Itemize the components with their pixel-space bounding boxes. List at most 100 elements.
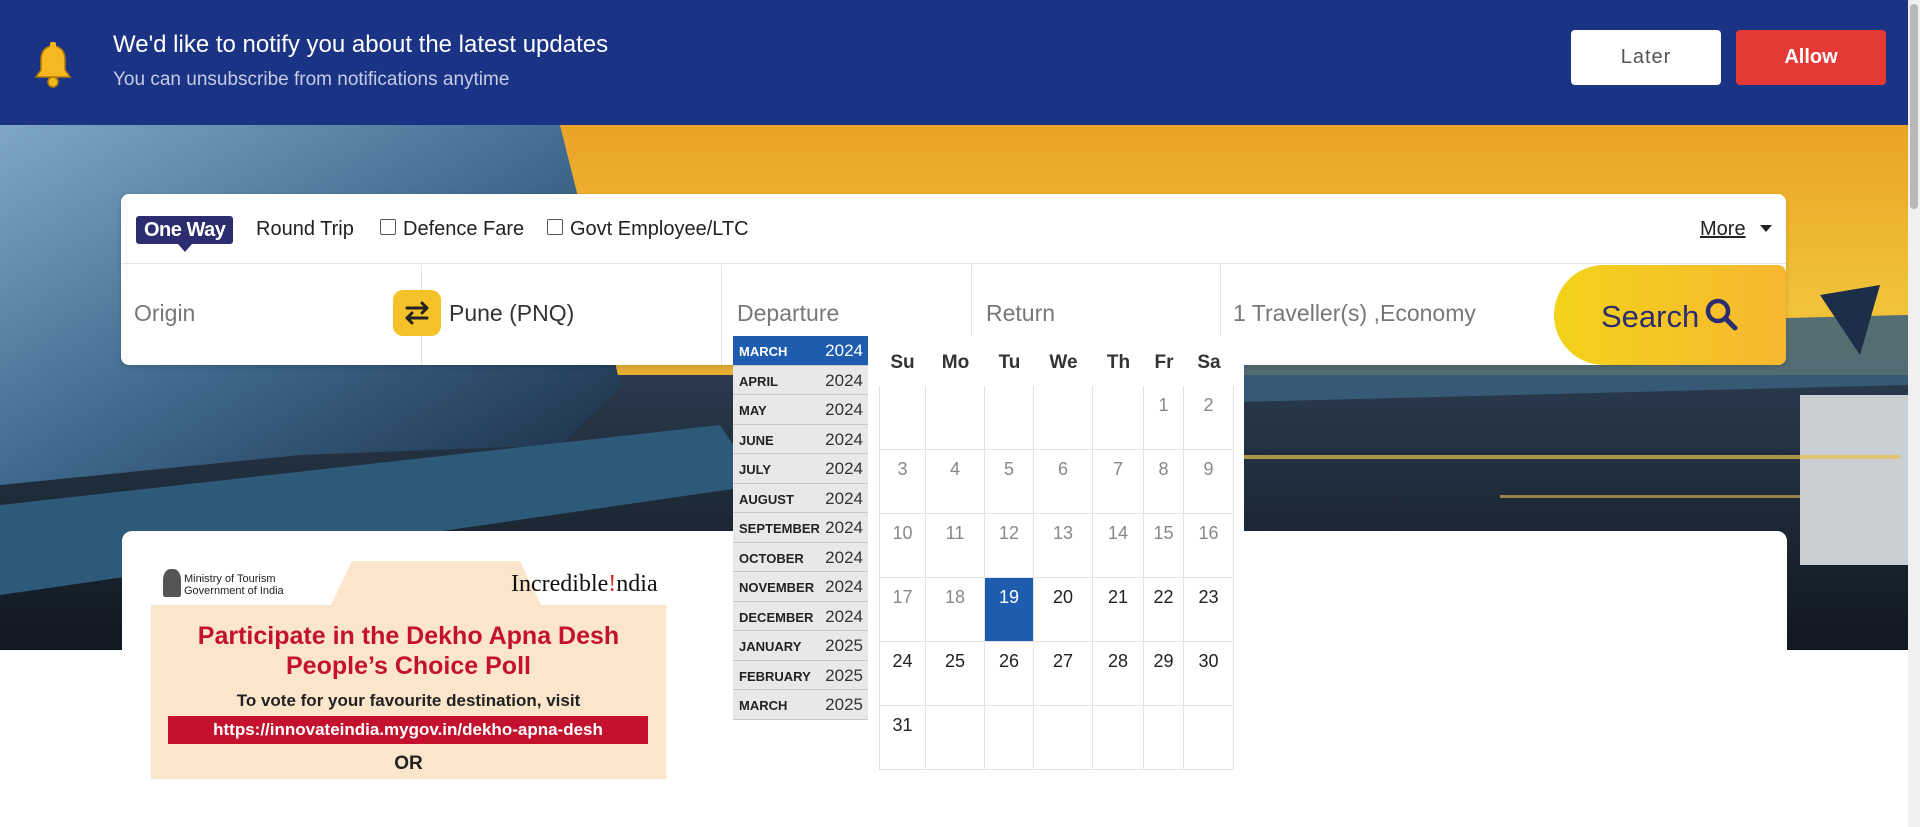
month-name: JULY	[739, 462, 772, 477]
month-option[interactable]: MARCH 2025	[733, 690, 868, 720]
calendar-cell	[1034, 386, 1093, 450]
calendar-cell[interactable]: 20	[1034, 578, 1093, 642]
month-year: 2024	[825, 400, 863, 419]
calendar-cell: 3	[879, 450, 926, 514]
calendar-cell[interactable]: 31	[879, 706, 926, 770]
calendar-cell: 1	[1144, 386, 1184, 450]
calendar-cell[interactable]: 27	[1034, 642, 1093, 706]
swap-cities-button[interactable]	[393, 290, 441, 336]
calendar-cell: 17	[879, 578, 926, 642]
day-number: 25	[944, 651, 966, 671]
origin-field[interactable]: Origin	[121, 265, 421, 365]
day-number: 18	[944, 587, 966, 607]
month-option[interactable]: DECEMBER 2024	[733, 601, 868, 631]
calendar-cell[interactable]: 30	[1184, 642, 1234, 706]
calendar-cell[interactable]: 21	[1093, 578, 1144, 642]
day-number: 1	[1158, 395, 1169, 415]
calendar-day-selected[interactable]: 19	[985, 578, 1034, 642]
later-button[interactable]: Later	[1571, 30, 1721, 85]
trip-type-row: One Way Round Trip Defence Fare Govt Emp…	[121, 194, 1786, 264]
day-number: 24	[892, 651, 913, 671]
month-year: 2024	[825, 547, 863, 567]
calendar-cell[interactable]: 29	[1144, 642, 1184, 706]
month-option[interactable]: MARCH 2024	[733, 336, 868, 366]
calendar-cell: 10	[879, 514, 926, 578]
month-year: 2024	[825, 606, 863, 626]
month-year: 2025	[825, 695, 863, 714]
month-year: 2024	[825, 370, 863, 390]
weekday-header: Tu	[998, 352, 1021, 373]
calendar-cell	[985, 386, 1034, 450]
month-name: JANUARY	[739, 639, 802, 654]
tab-one-way[interactable]: One Way	[136, 216, 234, 252]
calendar-cell: 13	[1034, 514, 1093, 578]
national-emblem-icon	[163, 569, 181, 597]
calendar-cell	[1093, 706, 1144, 770]
calendar-cell	[1034, 706, 1093, 770]
month-name: APRIL	[739, 373, 778, 389]
calendar-cell	[926, 386, 985, 450]
scrollbar-thumb[interactable]	[1910, 4, 1918, 209]
month-option[interactable]: NOVEMBER 2024	[733, 572, 868, 602]
month-list: MARCH 2024 APRIL 2024 MAY 2024 JUNE 2024 JULY 202…	[733, 336, 868, 720]
swap-arrows-icon	[405, 301, 429, 325]
month-name: MAY	[739, 403, 767, 418]
calendar-cell: 18	[926, 578, 985, 642]
govt-employee-checkbox[interactable]	[547, 219, 563, 235]
destination-field[interactable]: Pune (PNQ)	[422, 265, 721, 365]
more-dropdown[interactable]: More	[1700, 218, 1746, 241]
poll-banner[interactable]: Ministry of Tourism Government of India …	[151, 561, 666, 779]
weekday-header: Fr	[1154, 352, 1174, 373]
month-name: AUGUST	[739, 491, 794, 507]
calendar-grid: Su Mo Tu We Th Fr Sa 1 2 3 4 5 6 7 8 9 10 11 12 13 14 15 16 17 1…	[868, 336, 1244, 770]
travellers-field[interactable]: 1 Traveller(s) ,Economy	[1221, 265, 1554, 365]
banner-notch	[331, 561, 541, 605]
calendar-cell[interactable]: 23	[1184, 578, 1234, 642]
calendar-cell[interactable]: 28	[1093, 642, 1144, 706]
day-number: 30	[1198, 651, 1219, 671]
month-year: 2024	[825, 488, 863, 508]
month-option[interactable]: MAY 2024	[733, 395, 868, 425]
month-option[interactable]: JANUARY 2025	[733, 631, 868, 661]
day-number: 14	[1107, 523, 1129, 543]
month-year: 2024	[825, 459, 863, 478]
calendar-cell[interactable]: 24	[879, 642, 926, 706]
destination-value: Pune (PNQ)	[449, 300, 575, 326]
month-option[interactable]: APRIL 2024	[733, 365, 868, 395]
month-option[interactable]: JUNE 2024	[733, 424, 868, 454]
day-number: 12	[998, 523, 1020, 543]
calendar-cell	[926, 706, 985, 770]
page-scrollbar[interactable]	[1908, 0, 1920, 827]
month-year: 2024	[825, 577, 863, 596]
allow-button[interactable]: Allow	[1736, 30, 1886, 85]
calendar-cell[interactable]: 22	[1144, 578, 1184, 642]
notification-bar: We'd like to notify you about the latest…	[0, 0, 1908, 125]
poll-url-link[interactable]: https://innovateindia.mygov.in/dekho-apn…	[168, 716, 648, 744]
month-name: JUNE	[739, 432, 774, 448]
calendar-cell: 11	[926, 514, 985, 578]
day-number: 7	[1112, 459, 1123, 479]
ministry-logo-text: Ministry of Tourism Government of India	[184, 573, 284, 597]
month-name: SEPTEMBER	[739, 521, 820, 536]
month-option[interactable]: FEBRUARY 2025	[733, 660, 868, 690]
month-year: 2024	[825, 429, 863, 449]
calendar-cell[interactable]: 25	[926, 642, 985, 706]
month-option[interactable]: OCTOBER 2024	[733, 542, 868, 572]
calendar-cell: 12	[985, 514, 1034, 578]
calendar-cell	[1144, 706, 1184, 770]
day-number: 31	[892, 715, 913, 735]
month-option[interactable]: AUGUST 2024	[733, 483, 868, 513]
calendar-cell[interactable]: 26	[985, 642, 1034, 706]
tab-round-trip[interactable]: Round Trip	[256, 218, 354, 241]
defence-fare-checkbox[interactable]	[380, 219, 396, 235]
month-option[interactable]: SEPTEMBER 2024	[733, 513, 868, 543]
day-number: 20	[1052, 587, 1074, 607]
day-number: 4	[949, 459, 960, 479]
month-option[interactable]: JULY 2024	[733, 454, 868, 484]
month-name: FEBRUARY	[739, 668, 811, 684]
day-number: 3	[897, 459, 908, 479]
day-number: 22	[1153, 587, 1174, 607]
or-separator: OR	[394, 753, 423, 774]
calendar-cell	[879, 386, 926, 450]
weekday-header: Mo	[941, 352, 970, 373]
